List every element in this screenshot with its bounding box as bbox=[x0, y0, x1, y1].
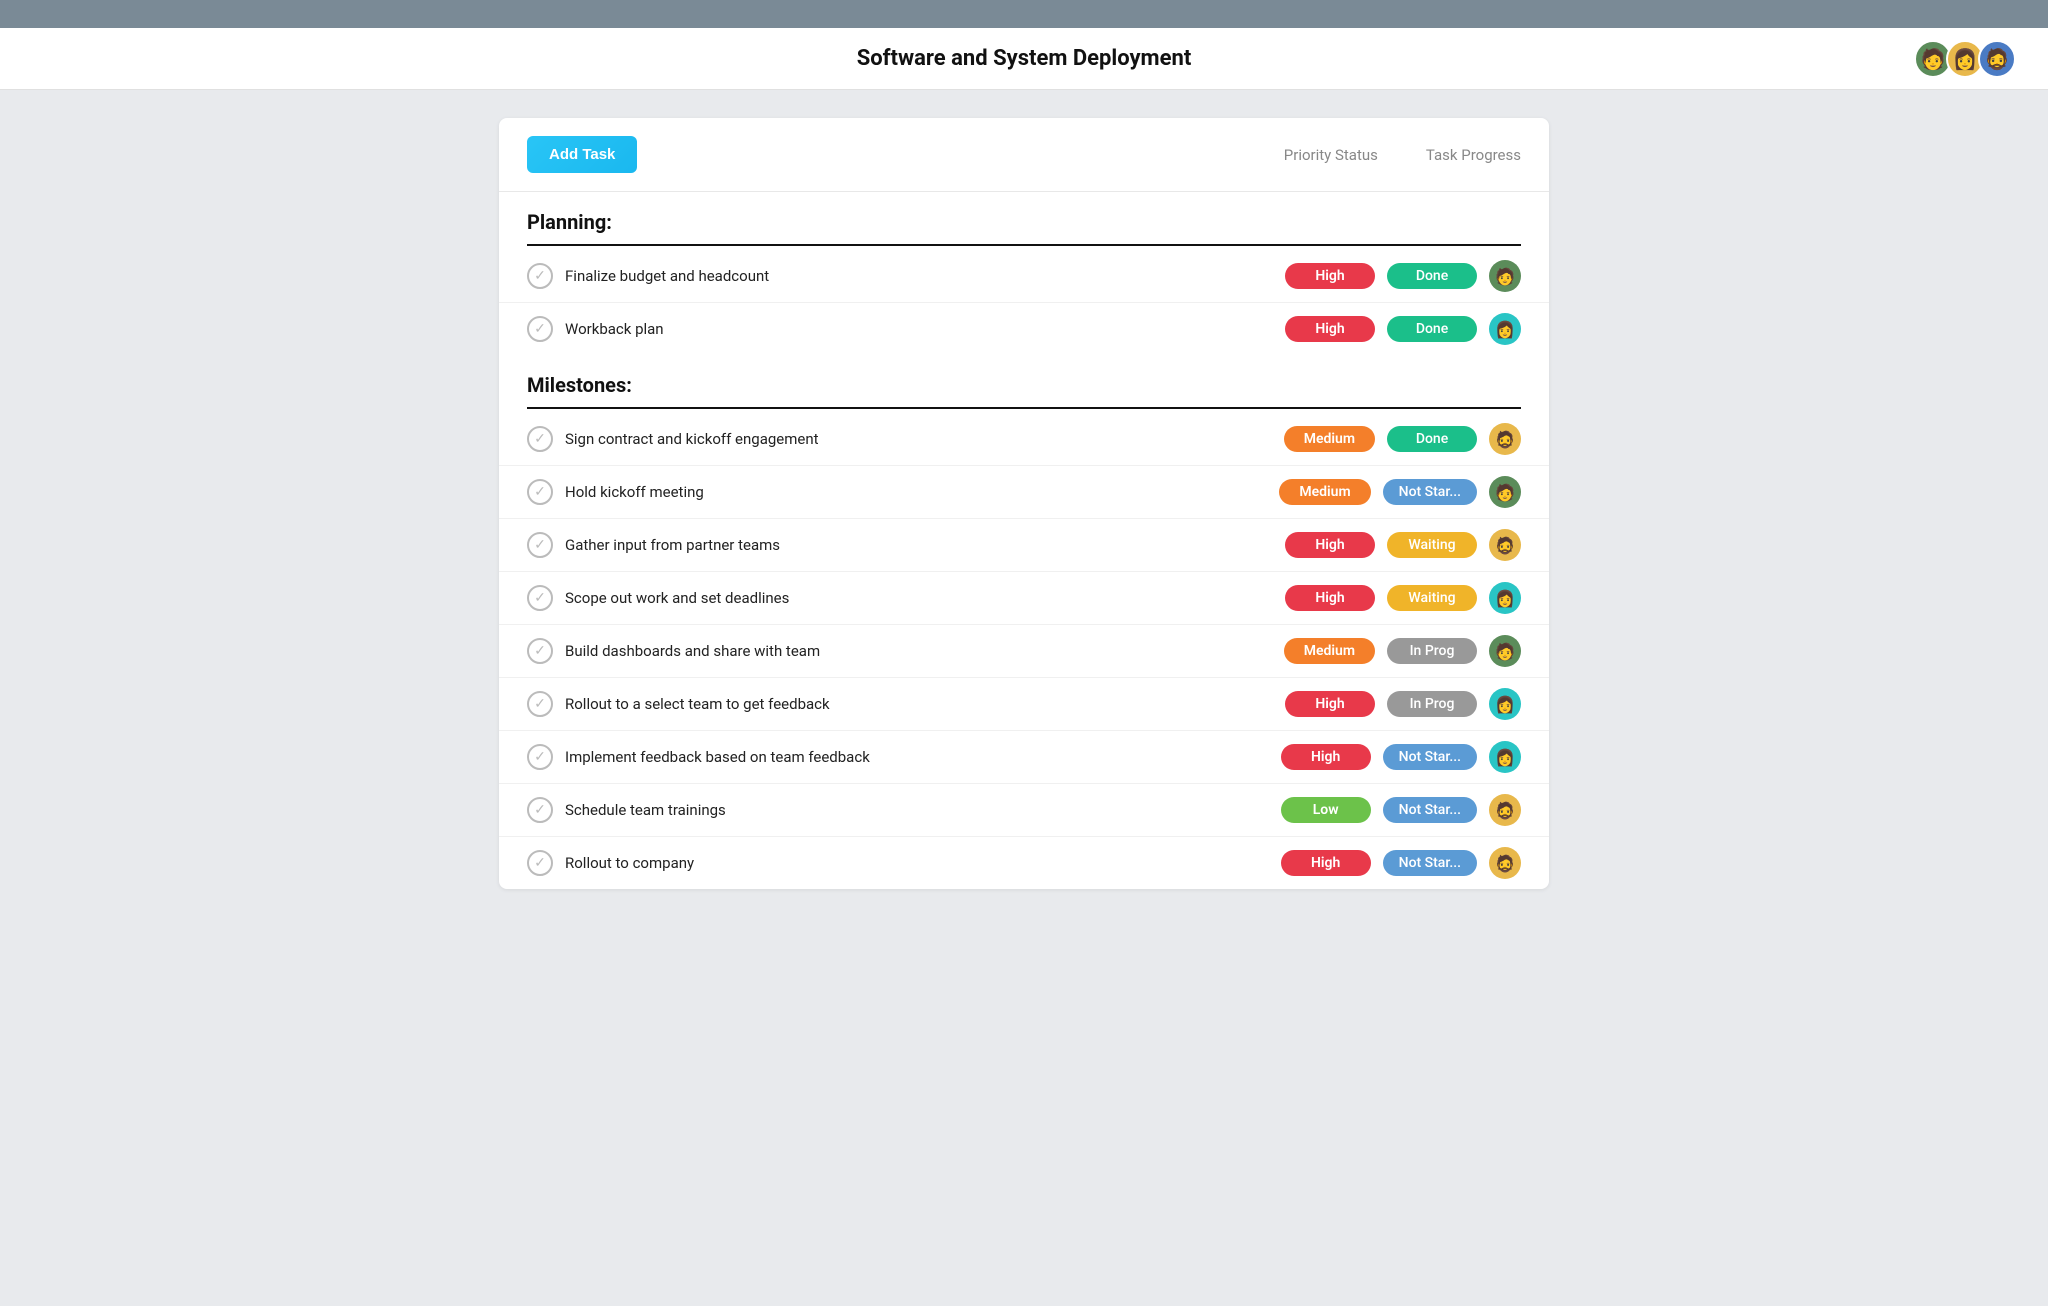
column-headers: Priority Status Task Progress bbox=[1284, 146, 1521, 164]
milestones-title: Milestones: bbox=[499, 355, 1549, 407]
milestones-divider bbox=[527, 407, 1521, 409]
check-icon-2: ✓ bbox=[527, 316, 553, 342]
task-name-6: Scope out work and set deadlines bbox=[565, 589, 1273, 607]
task-name-11: Rollout to company bbox=[565, 854, 1269, 872]
avatar-task-7: 🧑 bbox=[1489, 635, 1521, 667]
task-name-7: Build dashboards and share with team bbox=[565, 642, 1272, 660]
task-name-2: Workback plan bbox=[565, 320, 1273, 338]
top-bar bbox=[0, 0, 2048, 28]
table-row: ✓ Schedule team trainings Low Not Star..… bbox=[499, 784, 1549, 837]
check-icon-11: ✓ bbox=[527, 850, 553, 876]
priority-badge-2: High bbox=[1285, 316, 1375, 342]
avatar-task-5: 🧔 bbox=[1489, 529, 1521, 561]
check-icon-4: ✓ bbox=[527, 479, 553, 505]
table-row: ✓ Implement feedback based on team feedb… bbox=[499, 731, 1549, 784]
task-name-3: Sign contract and kickoff engagement bbox=[565, 430, 1272, 448]
section-milestones: Milestones: ✓ Sign contract and kickoff … bbox=[499, 355, 1549, 889]
status-badge-9: Not Star... bbox=[1383, 744, 1477, 770]
card-header: Add Task Priority Status Task Progress bbox=[499, 118, 1549, 192]
priority-badge-8: High bbox=[1285, 691, 1375, 717]
priority-badge-5: High bbox=[1285, 532, 1375, 558]
avatar-task-9: 👩 bbox=[1489, 741, 1521, 773]
priority-badge-6: High bbox=[1285, 585, 1375, 611]
check-icon-7: ✓ bbox=[527, 638, 553, 664]
check-icon-5: ✓ bbox=[527, 532, 553, 558]
table-row: ✓ Hold kickoff meeting Medium Not Star..… bbox=[499, 466, 1549, 519]
task-name-10: Schedule team trainings bbox=[565, 801, 1269, 819]
table-row: ✓ Finalize budget and headcount High Don… bbox=[499, 250, 1549, 303]
check-icon-1: ✓ bbox=[527, 263, 553, 289]
main-card: Add Task Priority Status Task Progress P… bbox=[499, 118, 1549, 889]
check-icon-3: ✓ bbox=[527, 426, 553, 452]
priority-badge-1: High bbox=[1285, 263, 1375, 289]
priority-badge-4: Medium bbox=[1279, 479, 1370, 505]
table-row: ✓ Rollout to company High Not Star... 🧔 bbox=[499, 837, 1549, 889]
status-badge-8: In Prog bbox=[1387, 691, 1477, 717]
avatar-task-11: 🧔 bbox=[1489, 847, 1521, 879]
table-row: ✓ Rollout to a select team to get feedba… bbox=[499, 678, 1549, 731]
priority-badge-3: Medium bbox=[1284, 426, 1375, 452]
page-title: Software and System Deployment bbox=[0, 46, 2048, 71]
section-planning: Planning: ✓ Finalize budget and headcoun… bbox=[499, 192, 1549, 355]
check-icon-6: ✓ bbox=[527, 585, 553, 611]
task-name-9: Implement feedback based on team feedbac… bbox=[565, 748, 1269, 766]
status-badge-10: Not Star... bbox=[1383, 797, 1477, 823]
status-badge-5: Waiting bbox=[1387, 532, 1477, 558]
status-badge-2: Done bbox=[1387, 316, 1477, 342]
priority-status-header: Priority Status bbox=[1284, 146, 1378, 164]
avatar-task-8: 👩 bbox=[1489, 688, 1521, 720]
table-row: ✓ Gather input from partner teams High W… bbox=[499, 519, 1549, 572]
table-row: ✓ Workback plan High Done 👩 bbox=[499, 303, 1549, 355]
table-row: ✓ Scope out work and set deadlines High … bbox=[499, 572, 1549, 625]
priority-badge-7: Medium bbox=[1284, 638, 1375, 664]
add-task-button[interactable]: Add Task bbox=[527, 136, 637, 173]
task-name-5: Gather input from partner teams bbox=[565, 536, 1273, 554]
table-row: ✓ Sign contract and kickoff engagement M… bbox=[499, 413, 1549, 466]
check-icon-9: ✓ bbox=[527, 744, 553, 770]
planning-title: Planning: bbox=[499, 192, 1549, 244]
app-header: Software and System Deployment 🧑 👩 🧔 bbox=[0, 28, 2048, 90]
priority-badge-11: High bbox=[1281, 850, 1371, 876]
task-name-8: Rollout to a select team to get feedback bbox=[565, 695, 1273, 713]
task-name-4: Hold kickoff meeting bbox=[565, 483, 1267, 501]
priority-badge-9: High bbox=[1281, 744, 1371, 770]
content-area: Add Task Priority Status Task Progress P… bbox=[0, 90, 2048, 917]
status-badge-6: Waiting bbox=[1387, 585, 1477, 611]
status-badge-11: Not Star... bbox=[1383, 850, 1477, 876]
avatar-task-1: 🧑 bbox=[1489, 260, 1521, 292]
task-progress-header: Task Progress bbox=[1426, 146, 1521, 164]
status-badge-3: Done bbox=[1387, 426, 1477, 452]
table-row: ✓ Build dashboards and share with team M… bbox=[499, 625, 1549, 678]
status-badge-7: In Prog bbox=[1387, 638, 1477, 664]
status-badge-4: Not Star... bbox=[1383, 479, 1477, 505]
task-name-1: Finalize budget and headcount bbox=[565, 267, 1273, 285]
avatar-task-4: 🧑 bbox=[1489, 476, 1521, 508]
priority-badge-10: Low bbox=[1281, 797, 1371, 823]
avatar-task-3: 🧔 bbox=[1489, 423, 1521, 455]
avatar-task-10: 🧔 bbox=[1489, 794, 1521, 826]
avatar-task-2: 👩 bbox=[1489, 313, 1521, 345]
header-avatars: 🧑 👩 🧔 bbox=[1914, 40, 2016, 78]
check-icon-10: ✓ bbox=[527, 797, 553, 823]
avatar-task-6: 👩 bbox=[1489, 582, 1521, 614]
check-icon-8: ✓ bbox=[527, 691, 553, 717]
status-badge-1: Done bbox=[1387, 263, 1477, 289]
planning-divider bbox=[527, 244, 1521, 246]
header-avatar-3: 🧔 bbox=[1978, 40, 2016, 78]
